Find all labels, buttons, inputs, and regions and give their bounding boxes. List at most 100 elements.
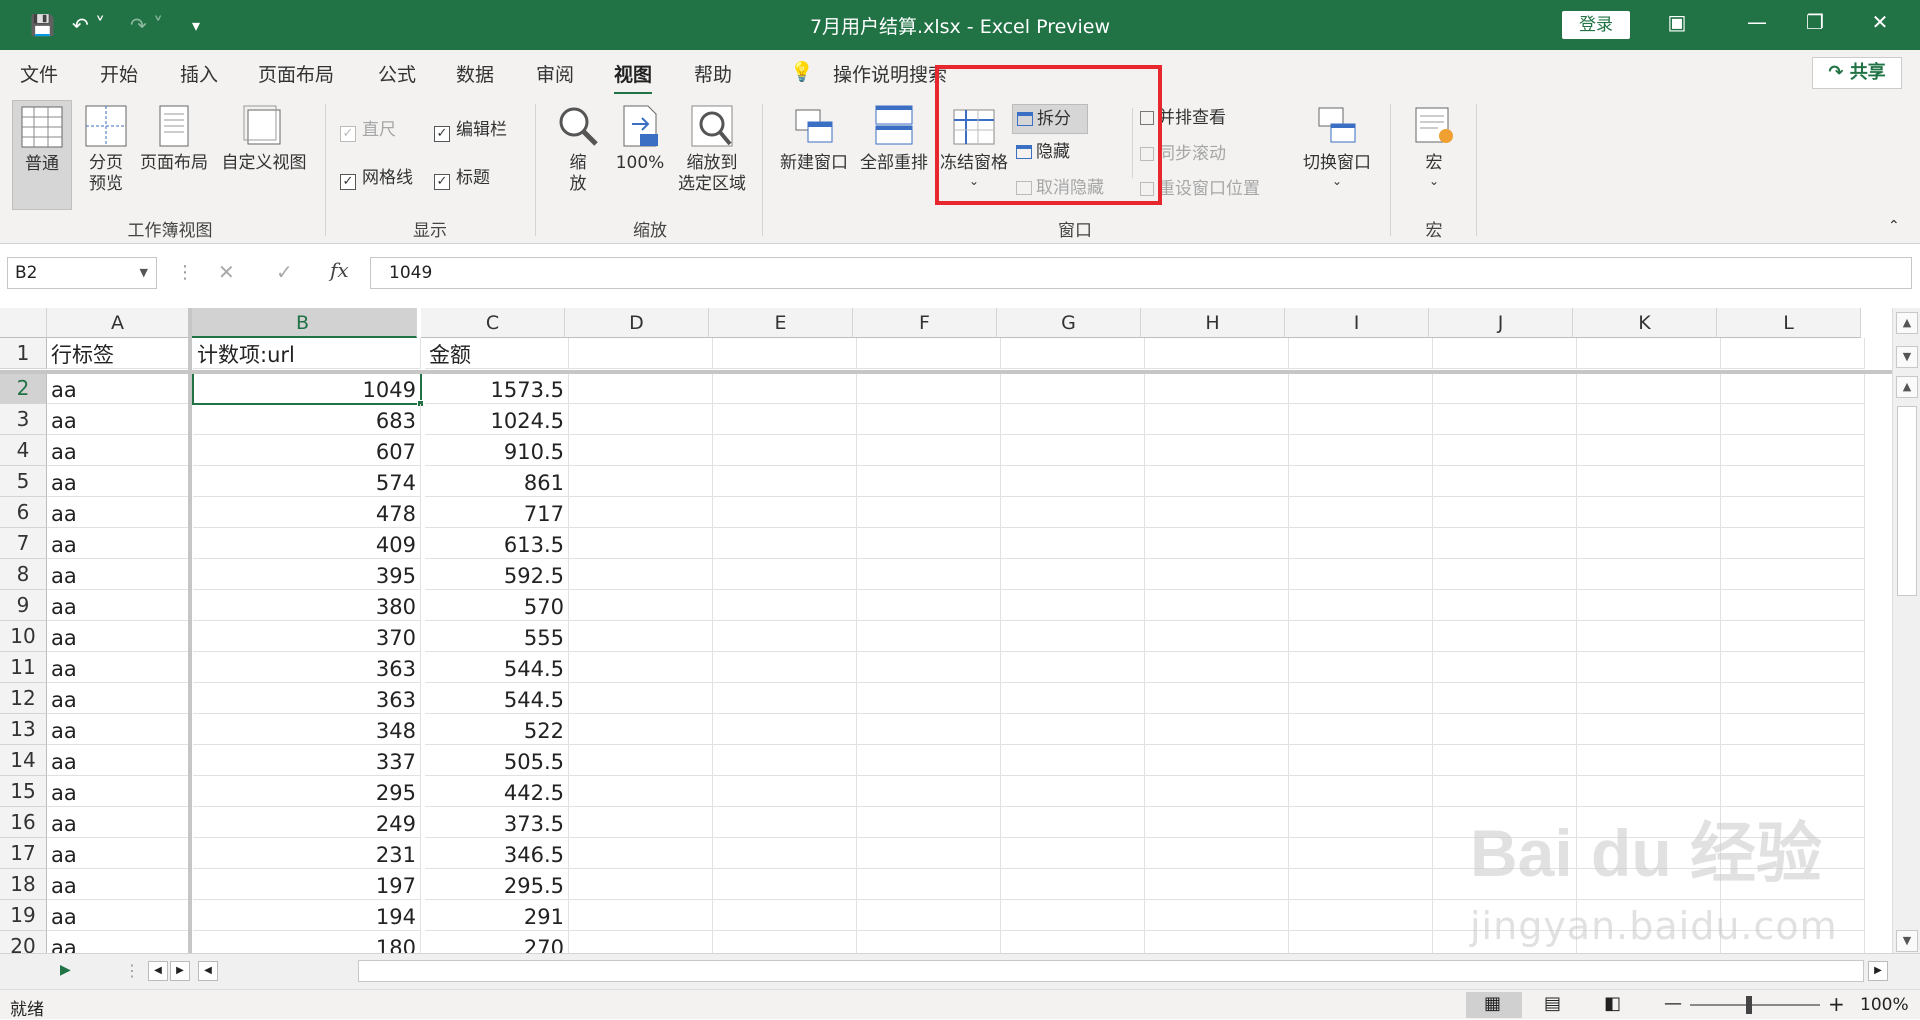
cell-c19[interactable]: 291: [425, 900, 569, 931]
cell-i20[interactable]: [1289, 931, 1433, 953]
cell-c11[interactable]: 544.5: [425, 652, 569, 683]
cell-c14[interactable]: 505.5: [425, 745, 569, 776]
column-header-i[interactable]: I: [1285, 308, 1429, 338]
cell-l13[interactable]: [1721, 714, 1865, 745]
cell-g18[interactable]: [1001, 869, 1145, 900]
scroll-right-icon[interactable]: ▶: [170, 961, 190, 981]
cell-i18[interactable]: [1289, 869, 1433, 900]
cell-d10[interactable]: [569, 621, 713, 652]
cell-i8[interactable]: [1289, 559, 1433, 590]
column-header-d[interactable]: D: [565, 308, 709, 338]
cell-h5[interactable]: [1145, 466, 1289, 497]
cell-j11[interactable]: [1433, 652, 1577, 683]
cell-l3[interactable]: [1721, 404, 1865, 435]
cell-i2[interactable]: [1289, 373, 1433, 404]
cell-d16[interactable]: [569, 807, 713, 838]
cell-h15[interactable]: [1145, 776, 1289, 807]
cell-d4[interactable]: [569, 435, 713, 466]
scroll-right-icon[interactable]: ▶: [1868, 961, 1888, 981]
cell-f5[interactable]: [857, 466, 1001, 497]
cell-d8[interactable]: [569, 559, 713, 590]
cancel-icon[interactable]: ✕: [218, 260, 235, 284]
cell-f10[interactable]: [857, 621, 1001, 652]
tab-home[interactable]: 开始: [100, 60, 138, 87]
cell-h12[interactable]: [1145, 683, 1289, 714]
cell-h20[interactable]: [1145, 931, 1289, 953]
cell-g15[interactable]: [1001, 776, 1145, 807]
cell-j17[interactable]: [1433, 838, 1577, 869]
cell-h11[interactable]: [1145, 652, 1289, 683]
cell-f13[interactable]: [857, 714, 1001, 745]
cell-c7[interactable]: 613.5: [425, 528, 569, 559]
row-header[interactable]: 16: [0, 807, 47, 838]
cell-l15[interactable]: [1721, 776, 1865, 807]
cell-i10[interactable]: [1289, 621, 1433, 652]
worksheet-grid[interactable]: A B C D E F G H I J K L 1 行标签 计数项:url 金额 2 aa 1049 1573.5 3 a…: [0, 308, 1892, 953]
scroll-up-icon[interactable]: ▲: [1896, 376, 1918, 398]
cell-b3[interactable]: 683: [193, 404, 421, 435]
zoom-slider-thumb[interactable]: [1746, 996, 1752, 1014]
cell-h1[interactable]: [1145, 338, 1289, 369]
arrange-all-button[interactable]: 全部重排: [856, 100, 932, 174]
cell-k1[interactable]: [1577, 338, 1721, 369]
cell-f18[interactable]: [857, 869, 1001, 900]
cell-d9[interactable]: [569, 590, 713, 621]
tab-review[interactable]: 审阅: [536, 60, 574, 87]
row-header[interactable]: 20: [0, 931, 47, 953]
cell-a11[interactable]: aa: [47, 652, 189, 683]
row-header[interactable]: 3: [0, 404, 47, 435]
cell-h7[interactable]: [1145, 528, 1289, 559]
cell-a13[interactable]: aa: [47, 714, 189, 745]
cell-f7[interactable]: [857, 528, 1001, 559]
cell-l8[interactable]: [1721, 559, 1865, 590]
cell-d3[interactable]: [569, 404, 713, 435]
cell-j2[interactable]: [1433, 373, 1577, 404]
cell-a8[interactable]: aa: [47, 559, 189, 590]
cell-c20[interactable]: 270: [425, 931, 569, 953]
cell-h18[interactable]: [1145, 869, 1289, 900]
cell-d18[interactable]: [569, 869, 713, 900]
cell-c13[interactable]: 522: [425, 714, 569, 745]
cell-f19[interactable]: [857, 900, 1001, 931]
cell-h19[interactable]: [1145, 900, 1289, 931]
cell-g5[interactable]: [1001, 466, 1145, 497]
cell-g10[interactable]: [1001, 621, 1145, 652]
cell-i16[interactable]: [1289, 807, 1433, 838]
page-layout-view-icon[interactable]: ▤: [1544, 993, 1561, 1014]
row-header[interactable]: 17: [0, 838, 47, 869]
cell-j3[interactable]: [1433, 404, 1577, 435]
cell-k11[interactable]: [1577, 652, 1721, 683]
cell-a20[interactable]: aa: [47, 931, 189, 953]
cell-f4[interactable]: [857, 435, 1001, 466]
cell-h13[interactable]: [1145, 714, 1289, 745]
cell-g4[interactable]: [1001, 435, 1145, 466]
cell-d7[interactable]: [569, 528, 713, 559]
cell-l10[interactable]: [1721, 621, 1865, 652]
row-header[interactable]: 10: [0, 621, 47, 652]
page-break-preview-button[interactable]: 分页 预览: [80, 100, 132, 194]
close-icon[interactable]: ✕: [1860, 10, 1900, 34]
cell-g11[interactable]: [1001, 652, 1145, 683]
cell-j8[interactable]: [1433, 559, 1577, 590]
cell-c16[interactable]: 373.5: [425, 807, 569, 838]
cell-c3[interactable]: 1024.5: [425, 404, 569, 435]
row-header[interactable]: 6: [0, 497, 47, 528]
cell-f6[interactable]: [857, 497, 1001, 528]
tab-view[interactable]: 视图: [614, 60, 653, 95]
cell-d15[interactable]: [569, 776, 713, 807]
cell-k8[interactable]: [1577, 559, 1721, 590]
scroll-up-icon[interactable]: ▲: [1896, 312, 1918, 334]
cell-e14[interactable]: [713, 745, 857, 776]
page-break-view-icon[interactable]: ◧: [1604, 993, 1621, 1014]
cell-h16[interactable]: [1145, 807, 1289, 838]
cell-b7[interactable]: 409: [193, 528, 421, 559]
cell-c9[interactable]: 570: [425, 590, 569, 621]
cell-d13[interactable]: [569, 714, 713, 745]
cell-a19[interactable]: aa: [47, 900, 189, 931]
cell-f2[interactable]: [857, 373, 1001, 404]
cell-l18[interactable]: [1721, 869, 1865, 900]
row-header[interactable]: 13: [0, 714, 47, 745]
cell-k10[interactable]: [1577, 621, 1721, 652]
cell-a14[interactable]: aa: [47, 745, 189, 776]
cell-k16[interactable]: [1577, 807, 1721, 838]
